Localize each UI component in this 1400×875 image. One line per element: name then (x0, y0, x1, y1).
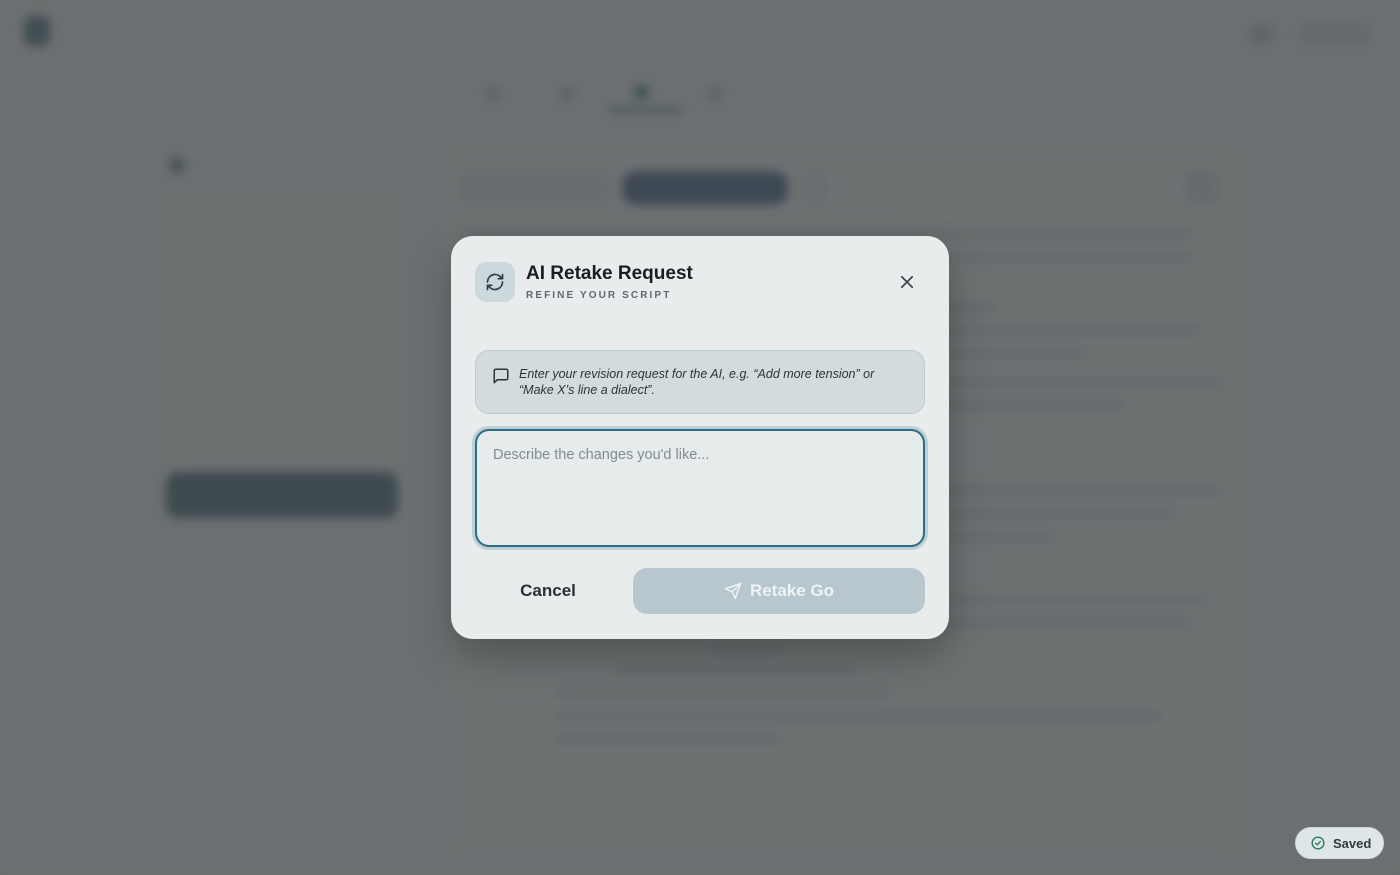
dialog-subtitle: REFINE YOUR SCRIPT (526, 290, 672, 301)
retake-go-button[interactable]: Retake Go (633, 568, 925, 614)
message-square-icon (493, 368, 509, 384)
hint-text: Enter your revision request for the AI, … (519, 367, 875, 397)
revision-request-input[interactable] (475, 429, 925, 547)
send-icon (724, 582, 742, 600)
saved-label: Saved (1333, 835, 1372, 851)
retake-go-label: Retake Go (749, 581, 835, 600)
check-circle-icon (1311, 836, 1325, 850)
ai-retake-dialog: AI Retake Request REFINE YOUR SCRIPT Ent… (451, 236, 949, 639)
saved-toast: Saved (1295, 827, 1384, 859)
refresh-icon (486, 273, 504, 291)
cancel-button[interactable]: Cancel (475, 568, 621, 614)
header-icon-badge (475, 262, 515, 302)
dialog-title: AI Retake Request (526, 263, 693, 284)
close-icon (900, 275, 914, 289)
close-button[interactable] (895, 270, 919, 294)
hint-callout: Enter your revision request for the AI, … (475, 350, 925, 414)
